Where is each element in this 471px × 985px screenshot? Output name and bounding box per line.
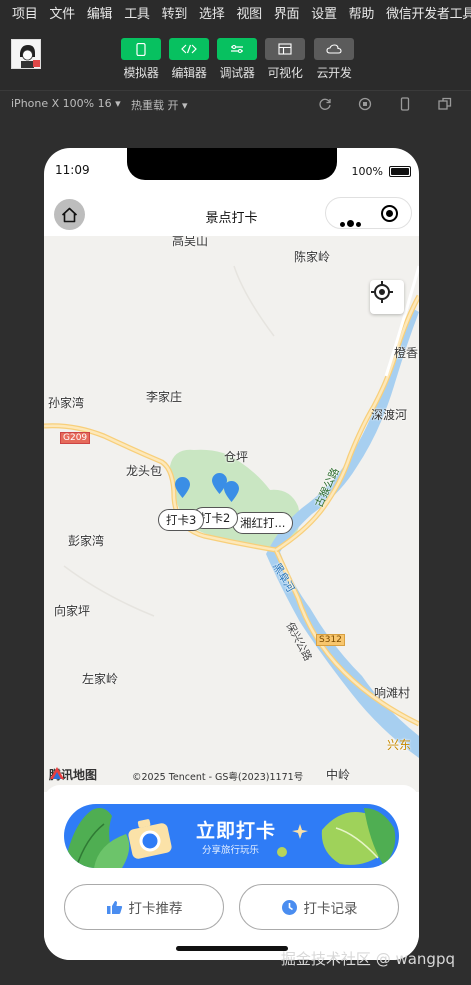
watermark: 掘金技术社区 @ wangpq [280,950,455,968]
menu-help[interactable]: 帮助 [343,3,380,22]
simulator-icon-box [121,38,161,60]
thumbs-up-icon [106,900,122,914]
visual-button[interactable]: 可视化 [262,38,308,81]
menu-goto[interactable]: 转到 [156,3,193,22]
phone-notch [127,148,337,180]
capsule-menu [325,197,412,229]
map-label: 向家坪 [54,604,91,618]
bottom-panel: 立即打卡 分享旅行玩乐 打卡推荐 打卡记录 [44,785,419,960]
checkin-recommend-label: 打卡推荐 [128,901,183,917]
checkin-history-label: 打卡记录 [303,901,358,917]
map-label: 陈家岭 [294,250,331,264]
detach-window-icon[interactable] [438,97,452,111]
menu-tools[interactable]: 工具 [118,3,155,22]
tencent-map-icon [50,767,64,779]
debug-icon [231,45,243,53]
map-label: 左家岭 [82,672,119,686]
checkin-history-button[interactable]: 打卡记录 [239,884,399,930]
cloud-icon-box [314,38,354,60]
phone-icon [136,42,146,56]
code-icon [181,44,197,54]
phone-simulator: 11:09 100% 景点打卡 高吴山 陈家岭 孙家湾 李家庄 深渡河 橙香 龙… [44,148,419,960]
simulator-subbar: iPhone X 100% 16 ▾ 热重载 开 ▾ [0,90,471,116]
cloud-icon [326,44,342,54]
menu-view[interactable]: 视图 [230,3,267,22]
menu-edit[interactable]: 编辑 [81,3,118,22]
locate-button[interactable] [370,280,404,314]
map-label: 龙头包 [126,464,163,478]
debugger-button[interactable]: 调试器 [214,38,260,81]
avatar-image [12,40,40,68]
map-label: 兴东 [387,738,412,752]
visual-label: 可视化 [267,66,303,80]
device-select[interactable]: iPhone X 100% 16 ▾ [11,97,121,110]
toolbar: 模拟器 编辑器 调试器 可视化 云开发 [0,24,471,90]
editor-button[interactable]: 编辑器 [166,38,212,81]
map-label: 孙家湾 [48,396,85,410]
menu-bar: 项目 文件 编辑 工具 转到 选择 视图 界面 设置 帮助 微信开发者工具 [0,0,471,24]
marker-callout[interactable]: 湘红打... [232,512,294,534]
close-miniprogram-icon[interactable] [381,205,398,222]
menu-select[interactable]: 选择 [193,3,230,22]
menu-settings[interactable]: 设置 [305,3,342,22]
map-label: 彭家湾 [68,534,105,548]
menu-project[interactable]: 项目 [6,3,43,22]
checkin-recommend-button[interactable]: 打卡推荐 [64,884,224,930]
phone-frame-icon[interactable] [398,97,412,111]
map-label: 仓坪 [224,450,249,464]
tencent-map-logo: 腾讯地图 [49,766,97,783]
menu-wechat-devtools[interactable]: 微信开发者工具 [380,3,471,22]
nav-bar: 景点打卡 [44,192,419,236]
status-time: 11:09 [55,163,90,177]
stop-icon[interactable] [358,97,372,111]
menu-file[interactable]: 文件 [43,3,80,22]
debugger-icon-box [217,38,257,60]
avatar[interactable] [11,39,41,69]
layout-icon [278,43,292,55]
simulator-button[interactable]: 模拟器 [118,38,164,81]
banner-subtitle: 分享旅行玩乐 [202,845,260,856]
editor-label: 编辑器 [171,66,207,80]
map-label: 李家庄 [146,390,183,404]
hot-reload-toggle[interactable]: 热重载 开 ▾ [131,97,188,113]
location-pin-icon[interactable] [223,480,240,503]
locate-icon [371,281,393,303]
refresh-icon[interactable] [318,97,332,111]
road-shield: S312 [316,634,345,646]
cloud-button[interactable]: 云开发 [311,38,357,81]
checkin-banner[interactable]: 立即打卡 分享旅行玩乐 [64,804,399,868]
battery-percent: 100% [351,165,383,178]
editor-icon-box [169,38,209,60]
map-label: 响滩村 [374,686,411,700]
road-shield: G209 [60,432,91,444]
map-label: 橙香 [394,346,419,360]
home-indicator [176,946,288,951]
marker-callout[interactable]: 打卡3 [158,509,205,531]
map-label: 中岭 [326,768,351,782]
location-pin-icon[interactable] [174,476,191,499]
more-icon[interactable] [340,212,363,231]
visual-icon-box [265,38,305,60]
banner-title: 立即打卡 [196,820,277,842]
simulator-label: 模拟器 [123,66,159,80]
cloud-label: 云开发 [316,66,352,80]
map-label: 深渡河 [371,408,408,422]
clock-icon [281,899,297,915]
battery-icon [389,166,411,177]
map-view[interactable]: 高吴山 陈家岭 孙家湾 李家庄 深渡河 橙香 龙头包 仓坪 彭家湾 向家坪 左家… [44,236,419,792]
map-label: 高吴山 [172,236,209,248]
map-copyright: ©2025 Tencent - GS粤(2023)1171号 [132,772,304,783]
debugger-label: 调试器 [219,66,255,80]
menu-interface[interactable]: 界面 [268,3,305,22]
